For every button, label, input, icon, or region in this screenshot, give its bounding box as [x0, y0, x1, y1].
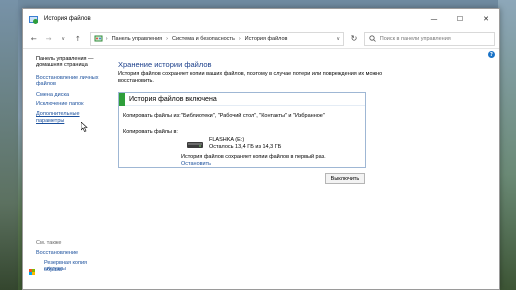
breadcrumb-control-panel[interactable]: Панель управления — [112, 36, 163, 42]
breadcrumb-separator: › — [166, 35, 168, 42]
breadcrumb-separator: › — [238, 35, 241, 42]
page-description: История файлов сохраняет копии ваших фай… — [118, 71, 388, 85]
breadcrumb-system-security[interactable]: Система и безопасность — [172, 36, 235, 42]
maximize-button[interactable]: ☐ — [447, 9, 473, 29]
window-title: История файлов — [44, 16, 91, 22]
page-title: Хранение истории файлов — [118, 60, 212, 69]
copy-to-label: Копировать файлы в: — [123, 129, 178, 135]
breadcrumb-file-history[interactable]: История файлов — [245, 36, 288, 42]
address-dropdown-icon[interactable]: ∨ — [336, 36, 340, 42]
breadcrumb-separator: › — [105, 35, 108, 42]
sidebar-item-exclude-folders[interactable]: Исключение папок — [36, 101, 84, 108]
see-also-heading: См. также — [36, 240, 62, 246]
file-history-app-icon — [28, 13, 40, 25]
sidebar-item-advanced-settings[interactable]: Дополнительные параметры — [36, 111, 105, 125]
file-history-window: История файлов — ☐ ✕ ← → ∨ ↑ › Панель уп… — [22, 8, 500, 290]
sidebar: Панель управления — домашняя страница Во… — [23, 50, 105, 290]
up-button[interactable]: ↑ — [71, 32, 85, 46]
see-also-system-image-backup-line2[interactable]: системы — [44, 266, 66, 273]
search-placeholder: Поиск в панели управления — [379, 35, 451, 42]
desktop-wallpaper-right — [498, 0, 516, 290]
minimize-button[interactable]: — — [421, 9, 447, 29]
copy-from-label: Копировать файлы из: — [123, 113, 181, 119]
control-panel-icon — [94, 35, 103, 42]
sidebar-item-change-drive[interactable]: Смена диска — [36, 92, 69, 99]
stop-link[interactable]: Остановить — [181, 161, 211, 167]
address-bar[interactable]: › Панель управления › Система и безопасн… — [89, 31, 345, 46]
status-panel-header: История файлов включена — [119, 92, 365, 106]
forward-button[interactable]: → — [42, 32, 56, 46]
search-box[interactable]: Поиск в панели управления — [363, 31, 495, 46]
back-button[interactable]: ← — [27, 32, 41, 46]
usb-drive-icon — [187, 142, 203, 148]
help-icon[interactable]: ? — [488, 51, 495, 58]
turn-off-button[interactable]: Выключить — [325, 173, 365, 184]
copy-from-value: "Библиотеки", "Рабочий стол", "Контакты"… — [181, 113, 325, 119]
desktop-wallpaper-left — [0, 0, 18, 290]
close-button[interactable]: ✕ — [473, 9, 499, 29]
copy-status-note: История файлов сохраняет копии файлов в … — [181, 154, 326, 160]
mouse-cursor-icon — [81, 122, 88, 132]
navigation-bar: ← → ∨ ↑ › Панель управления › Система и … — [23, 29, 499, 49]
status-indicator — [119, 92, 125, 106]
status-panel-title: История файлов включена — [129, 95, 217, 103]
description-line-2: восстановить. — [118, 78, 154, 84]
drive-free-space: Осталось 13,4 ГБ из 14,3 ГБ — [209, 144, 282, 150]
drive-name: FLASHKA (E:) — [209, 137, 245, 143]
description-line-1: История файлов сохраняет копии ваших фай… — [118, 71, 383, 77]
status-panel: История файлов включена Копировать файлы… — [118, 92, 366, 168]
shield-icon — [29, 260, 35, 275]
search-icon — [369, 35, 376, 42]
title-bar: История файлов — ☐ ✕ — [23, 9, 499, 29]
refresh-button[interactable]: ↻ — [347, 32, 361, 46]
sidebar-item-restore-personal-files-line2[interactable]: файлов — [36, 81, 56, 88]
recent-locations-button[interactable]: ∨ — [56, 32, 70, 46]
sidebar-item-control-panel-home-line2[interactable]: домашняя страница — [36, 62, 88, 69]
see-also-recovery[interactable]: Восстановление — [36, 250, 78, 257]
